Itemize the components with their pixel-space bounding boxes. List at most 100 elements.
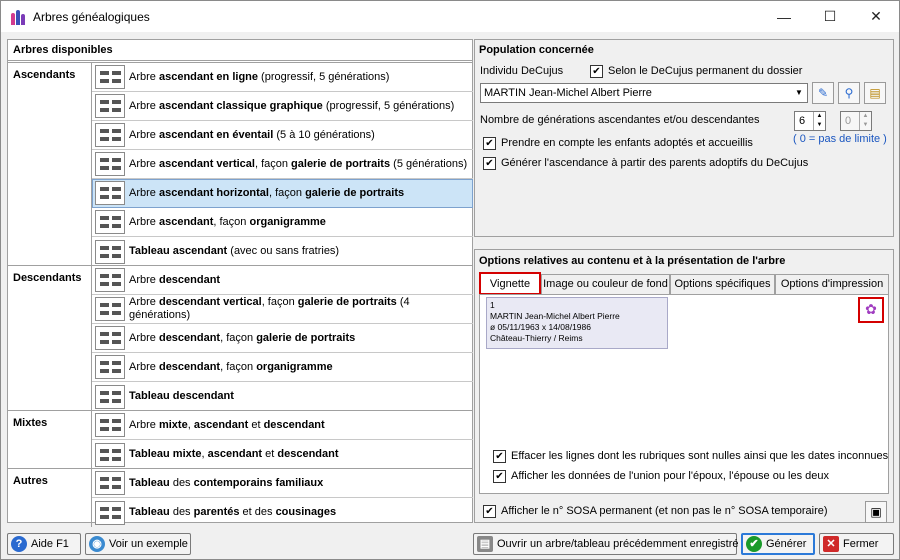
vignette-preview[interactable]: 1 MARTIN Jean-Michel Albert Pierre ø 05/… [486,297,668,349]
spin-down-icon[interactable]: ▼ [859,121,871,130]
tree-type-item[interactable]: Arbre mixte, ascendant et descendant [92,411,473,440]
label-part: Arbre [129,360,159,373]
label-bold-part: galerie de portraits [305,186,405,199]
chevron-down-icon: ▼ [795,88,803,97]
group-label: Ascendants [13,69,76,81]
right-panel: Population concernée Individu DeCujus ✔ … [474,39,894,523]
clear-empty-lines-checkbox[interactable]: ✔ [493,450,506,463]
vignette-line-3: ø 05/11/1963 x 14/08/1986 [490,322,591,332]
help-button[interactable]: ? Aide F1 [7,533,81,555]
group-3: Autres Tableau des contemporains familiau… [8,468,473,527]
decujus-select[interactable]: MARTIN Jean-Michel Albert Pierre ▼ [480,83,808,103]
label-part: Arbre [129,157,159,170]
close-window-button[interactable]: ✕ [853,1,899,32]
notebook-icon[interactable]: ▤ [864,82,886,104]
label-bold-part: Tableau [129,506,170,518]
tree-diagram-icon [95,500,125,525]
label-part: Arbre [129,296,159,308]
label-bold-part: descendant [277,448,339,460]
tree-type-label: Arbre ascendant classique graphique (pro… [129,100,458,113]
group-items: Arbre ascendant en ligne (progressif, 5 … [91,63,473,266]
adoptive-parents-checkbox[interactable]: ✔ [483,157,496,170]
tree-type-item[interactable]: Arbre ascendant classique graphique (pro… [92,92,473,121]
tree-type-item[interactable]: Arbre ascendant vertical, façon galerie … [92,150,473,179]
tree-type-item[interactable]: Arbre descendant, façon organigramme [92,353,473,382]
label-bold-part: descendant [158,331,221,344]
generations-label: Nombre de générations ascendantes et/ou … [480,114,760,126]
tree-diagram-icon [95,65,125,89]
generate-button[interactable]: ✔ Générer [741,533,815,555]
minimize-button[interactable]: — [761,1,807,32]
no-limit-hint: ( 0 = pas de limite ) [793,133,887,145]
tree-diagram-icon [95,442,125,467]
tree-type-item[interactable]: Arbre ascendant horizontal, façon galeri… [92,179,473,208]
tree-type-item[interactable]: Tableau descendant [92,382,473,411]
close-button[interactable]: ✕ Fermer [819,533,894,555]
tree-type-item[interactable]: Arbre ascendant en éventail (5 à 10 géné… [92,121,473,150]
label-part: , façon [213,215,250,228]
save-icon[interactable]: ▣ [865,501,887,523]
tab-print-options[interactable]: Options d'impression [775,274,889,294]
label-part: Arbre [129,128,159,141]
spin-up-icon[interactable]: ▲ [859,112,871,121]
tree-type-item[interactable]: Arbre ascendant en ligne (progressif, 5 … [92,63,473,92]
spin-up-icon[interactable]: ▲ [813,112,825,121]
tree-type-item[interactable]: Arbre descendant, façon galerie de portr… [92,324,473,353]
vignette-line-4: Château-Thierry / Reims [490,333,583,343]
tree-type-item[interactable]: Arbre descendant [92,266,473,295]
tab-vignette[interactable]: Vignette [479,272,541,295]
tree-type-label: Arbre ascendant horizontal, façon galeri… [129,187,408,200]
tab-specific-options[interactable]: Options spécifiques [670,274,775,294]
group-items: Arbre descendant Arbre descendant vertica… [91,266,473,411]
label-bold-part: ascendant [193,418,249,431]
flower-image-button[interactable]: ✿ [858,297,884,323]
label-part: Arbre [129,99,159,112]
tree-type-label: Arbre mixte, ascendant et descendant [129,419,329,432]
tree-type-item[interactable]: Tableau des contemporains familiaux [92,469,473,498]
adopted-children-checkbox[interactable]: ✔ [483,137,496,150]
label-bold-part: ascendant en ligne [158,70,258,83]
generations-asc-spinner[interactable]: 6 ▲ ▼ [794,111,826,131]
label-part: , façon [254,157,292,170]
tree-type-item[interactable]: Tableau ascendant (avec ou sans fratries… [92,237,473,266]
options-section: Options relatives au contenu et à la pré… [474,249,894,523]
label-bold-part: ascendant [158,215,214,228]
title-bar: Arbres généalogiques — ☐ ✕ [1,1,899,32]
union-data-checkbox[interactable]: ✔ [493,470,506,483]
label-bold-part: Tableau ascendant [129,245,228,257]
population-title: Population concernée [479,44,594,56]
family-tree-app-icon [11,9,27,25]
open-saved-button[interactable]: ▤ Ouvrir un arbre/tableau précédemment e… [473,533,739,555]
tab-background[interactable]: Image ou couleur de fond [541,274,670,294]
vignette-tab-panel: 1 MARTIN Jean-Michel Albert Pierre ø 05/… [479,294,889,494]
permanent-decujus-checkbox[interactable]: ✔ [590,65,603,78]
label-part: et [248,418,264,431]
tree-type-label: Arbre ascendant en éventail (5 à 10 géné… [129,129,379,142]
tree-type-item[interactable]: Tableau mixte, ascendant et descendant [92,440,473,469]
tree-diagram-icon [95,471,125,495]
group-1: Descendants Arbre descendant Arbre descend… [8,265,473,411]
tree-type-label: Arbre ascendant en ligne (progressif, 5 … [129,71,393,84]
tree-type-item[interactable]: Tableau des parentés et des cousinages [92,498,473,527]
maximize-button[interactable]: ☐ [807,1,853,32]
open-file-icon: ▤ [477,536,493,552]
spin-down-icon[interactable]: ▼ [813,121,825,130]
label-bold-part: descendant [263,418,325,431]
tree-diagram-icon [95,326,125,350]
sosa-permanent-checkbox[interactable]: ✔ [483,505,496,518]
label-part: (5 à 10 générations) [273,128,375,141]
label-part: (progressif, 5 générations) [322,99,455,112]
tree-diagram-icon [95,355,125,379]
union-data-label: Afficher les données de l'union pour l'é… [511,470,829,482]
generations-desc-spinner[interactable]: 0 ▲ ▼ [840,111,872,131]
tree-type-label: Tableau descendant [129,390,238,403]
available-trees-panel: Arbres disponibles Ascendants Arbre ascen… [7,39,473,527]
tree-type-label: Arbre ascendant, façon organigramme [129,216,330,229]
tree-type-item[interactable]: Arbre ascendant, façon organigramme [92,208,473,237]
window-title: Arbres généalogiques [33,9,150,24]
label-part: , façon [220,331,257,344]
search-icon[interactable]: ⚲ [838,82,860,104]
tree-type-item[interactable]: Arbre descendant vertical, façon galerie… [92,295,473,324]
view-example-button[interactable]: ◉ Voir un exemple [85,533,191,555]
eraser-icon[interactable]: ✎ [812,82,834,104]
